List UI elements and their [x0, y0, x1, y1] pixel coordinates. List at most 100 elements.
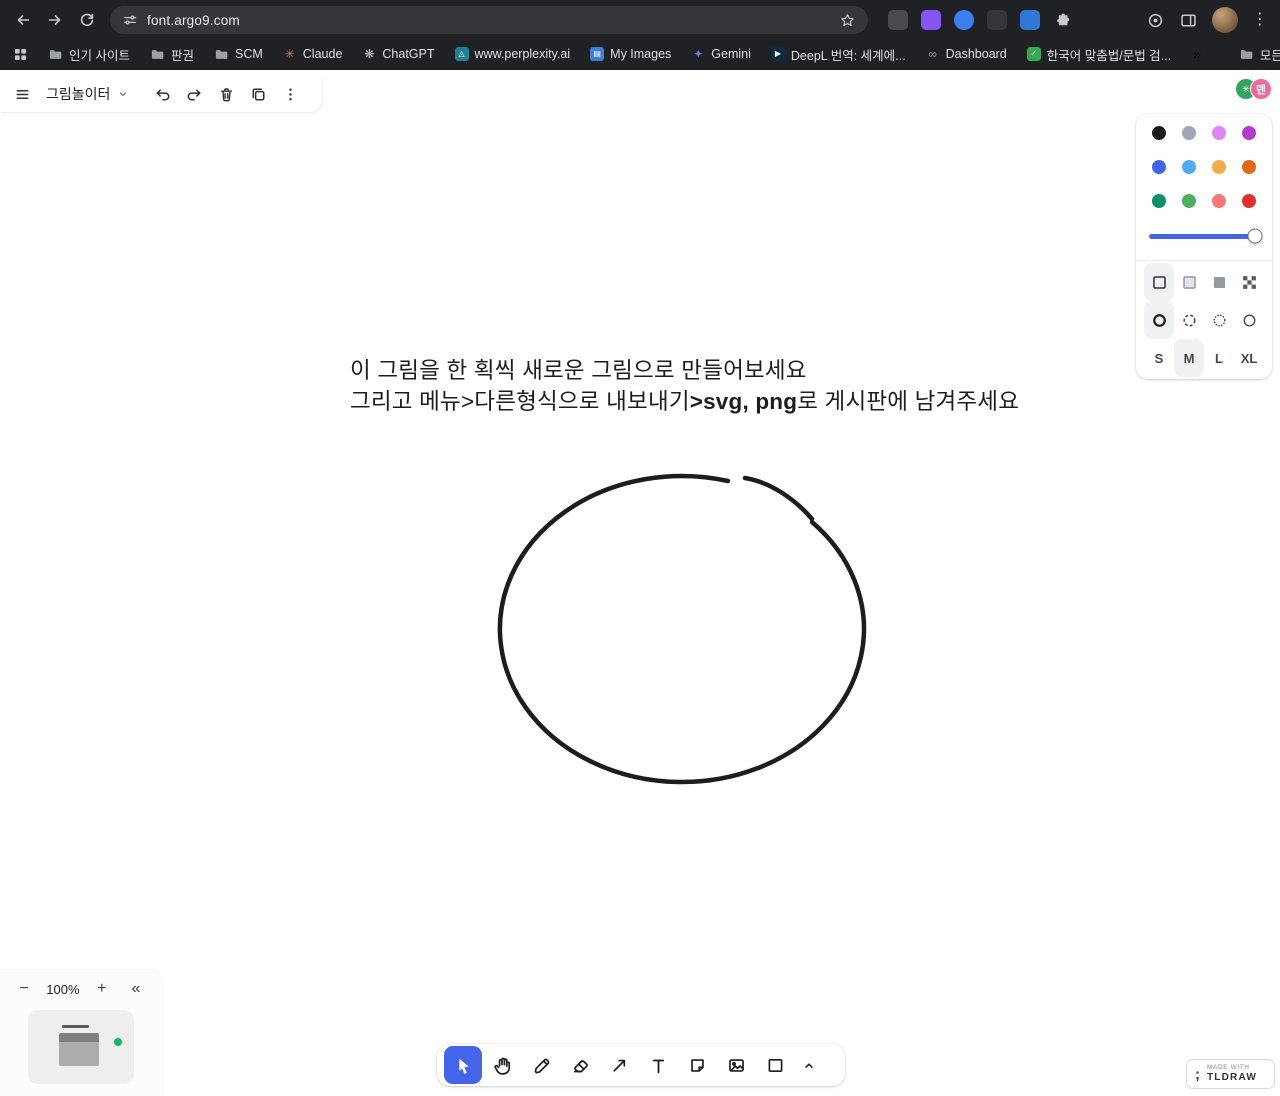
bookmark-item[interactable]: ✦ Gemini: [682, 43, 760, 65]
dash-dotted-icon: [1212, 313, 1226, 327]
bookmark-item[interactable]: ✓ 한국어 맞춤법/문법 검...: [1018, 41, 1180, 68]
url-text[interactable]: font.argo9.com: [147, 13, 830, 28]
more-menu-button[interactable]: [274, 78, 306, 110]
extension-icon[interactable]: [1020, 10, 1040, 30]
bookmark-label: Claude: [302, 47, 343, 61]
color-light-green[interactable]: [1174, 184, 1204, 218]
main-menu-button[interactable]: [6, 78, 38, 110]
bookmark-item[interactable]: SCM: [205, 43, 272, 66]
extension-icon[interactable]: [921, 10, 941, 30]
bookmarks-overflow-button[interactable]: »: [1184, 42, 1210, 66]
opacity-slider-track[interactable]: [1149, 228, 1263, 244]
claude-favicon-icon: ✳: [284, 47, 295, 61]
forward-arrow-icon: [48, 15, 61, 25]
dashboard-favicon-icon: ∞: [928, 47, 937, 61]
bookmark-star-icon[interactable]: [839, 12, 856, 29]
undo-button[interactable]: [146, 78, 178, 110]
size-xl-button[interactable]: XL: [1234, 339, 1264, 377]
extension-icon[interactable]: [987, 10, 1007, 30]
bookmark-label: 인기 사이트: [69, 48, 130, 63]
zoom-out-button[interactable]: −: [12, 977, 36, 1001]
bookmark-item[interactable]: ✳ Claude: [274, 43, 352, 65]
size-m-button[interactable]: M: [1174, 339, 1204, 377]
bookmark-label: SCM: [235, 47, 263, 61]
more-tools-button[interactable]: [795, 1046, 823, 1084]
delete-button[interactable]: [210, 78, 242, 110]
freehand-circle-drawing[interactable]: [0, 70, 1280, 1096]
bookmark-item[interactable]: ◬ www.perplexity.ai: [446, 43, 580, 65]
color-black[interactable]: [1144, 116, 1174, 150]
apps-grid-icon[interactable]: [12, 46, 29, 63]
address-bar[interactable]: font.argo9.com: [110, 6, 868, 34]
color-blue[interactable]: [1144, 150, 1174, 184]
zoom-level[interactable]: 100%: [46, 982, 79, 997]
tool-note[interactable]: [678, 1046, 716, 1084]
tool-hand[interactable]: [483, 1046, 521, 1084]
redo-button[interactable]: [178, 78, 210, 110]
instruction-line-1: 이 그림을 한 획씩 새로운 그림으로 만들어보세요: [350, 358, 807, 383]
tool-asset[interactable]: [717, 1046, 755, 1084]
forward-button[interactable]: [40, 5, 70, 35]
made-with-tldraw-badge[interactable]: ; MADE WITH TLDRAW: [1186, 1059, 1275, 1089]
bookmark-label: 판권: [170, 48, 194, 63]
side-panel-icon[interactable]: [1179, 11, 1198, 30]
color-light-violet[interactable]: [1204, 116, 1234, 150]
bookmark-label: Dashboard: [945, 47, 1007, 61]
collapse-panel-button[interactable]: «: [124, 977, 148, 1001]
document-title-button[interactable]: 그림놀이터: [38, 78, 138, 110]
fill-pattern-button[interactable]: [1234, 263, 1264, 301]
bookmark-item[interactable]: 판권: [141, 41, 203, 68]
tool-draw[interactable]: [522, 1046, 560, 1084]
canvas-instruction-text[interactable]: 이 그림을 한 획씩 새로운 그림으로 만들어보세요 그리고 메뉴>다른형식으로…: [350, 356, 1019, 417]
duplicate-button[interactable]: [242, 78, 274, 110]
site-controls-icon[interactable]: [122, 12, 138, 28]
extension-icon[interactable]: [888, 10, 908, 30]
opacity-slider-knob[interactable]: [1247, 228, 1263, 244]
dash-solid-button[interactable]: [1234, 301, 1264, 339]
color-red[interactable]: [1234, 184, 1264, 218]
bookmark-item[interactable]: ❋ ChatGPT: [353, 43, 443, 65]
tool-select[interactable]: [444, 1046, 482, 1084]
my-images-favicon-icon: ▤: [590, 47, 605, 61]
back-button[interactable]: [8, 5, 38, 35]
tool-eraser[interactable]: [561, 1046, 599, 1084]
user-avatar-badge[interactable]: 덴: [1250, 78, 1272, 100]
bookmark-item[interactable]: ∞ Dashboard: [917, 43, 1016, 65]
color-light-blue[interactable]: [1174, 150, 1204, 184]
fill-semi-button[interactable]: [1174, 263, 1204, 301]
size-s-button[interactable]: S: [1144, 339, 1174, 377]
drawing-canvas-page[interactable]: 이 그림을 한 획씩 새로운 그림으로 만들어보세요 그리고 메뉴>다른형식으로…: [0, 70, 1280, 1096]
color-grey[interactable]: [1174, 116, 1204, 150]
minimap[interactable]: [28, 1010, 134, 1084]
color-green[interactable]: [1144, 184, 1174, 218]
bookmark-item[interactable]: 인기 사이트: [39, 41, 139, 68]
zoom-in-button[interactable]: +: [90, 977, 114, 1001]
fill-none-button[interactable]: [1144, 263, 1174, 301]
bookmark-item[interactable]: ▶ DeepL 번역: 세계에...: [762, 41, 915, 68]
extension-icon[interactable]: [954, 10, 974, 30]
dash-dashed-button[interactable]: [1174, 301, 1204, 339]
bookmark-label: My Images: [610, 47, 672, 61]
color-orange[interactable]: [1234, 150, 1264, 184]
profile-avatar[interactable]: [1212, 7, 1238, 33]
dash-draw-button[interactable]: [1144, 301, 1174, 339]
color-yellow[interactable]: [1204, 150, 1234, 184]
fill-solid-button[interactable]: [1204, 263, 1234, 301]
color-light-red[interactable]: [1204, 184, 1234, 218]
bookmark-item[interactable]: ▤ My Images: [581, 43, 680, 65]
trash-icon: [220, 87, 233, 101]
opacity-slider[interactable]: [1144, 218, 1264, 254]
color-violet[interactable]: [1234, 116, 1264, 150]
extensions-puzzle-icon[interactable]: [1053, 11, 1072, 30]
reload-button[interactable]: [72, 5, 102, 35]
folder-icon: [1240, 49, 1253, 59]
tool-arrow[interactable]: [600, 1046, 638, 1084]
dash-dotted-button[interactable]: [1204, 301, 1234, 339]
browser-menu-button[interactable]: ⋮: [1252, 12, 1268, 28]
tool-rectangle[interactable]: [756, 1046, 794, 1084]
tool-text[interactable]: [639, 1046, 677, 1084]
bookmark-label: ChatGPT: [382, 47, 435, 61]
size-l-button[interactable]: L: [1204, 339, 1234, 377]
all-bookmarks-button[interactable]: 모든 북마크: [1230, 41, 1280, 68]
cast-icon[interactable]: [1146, 11, 1165, 30]
